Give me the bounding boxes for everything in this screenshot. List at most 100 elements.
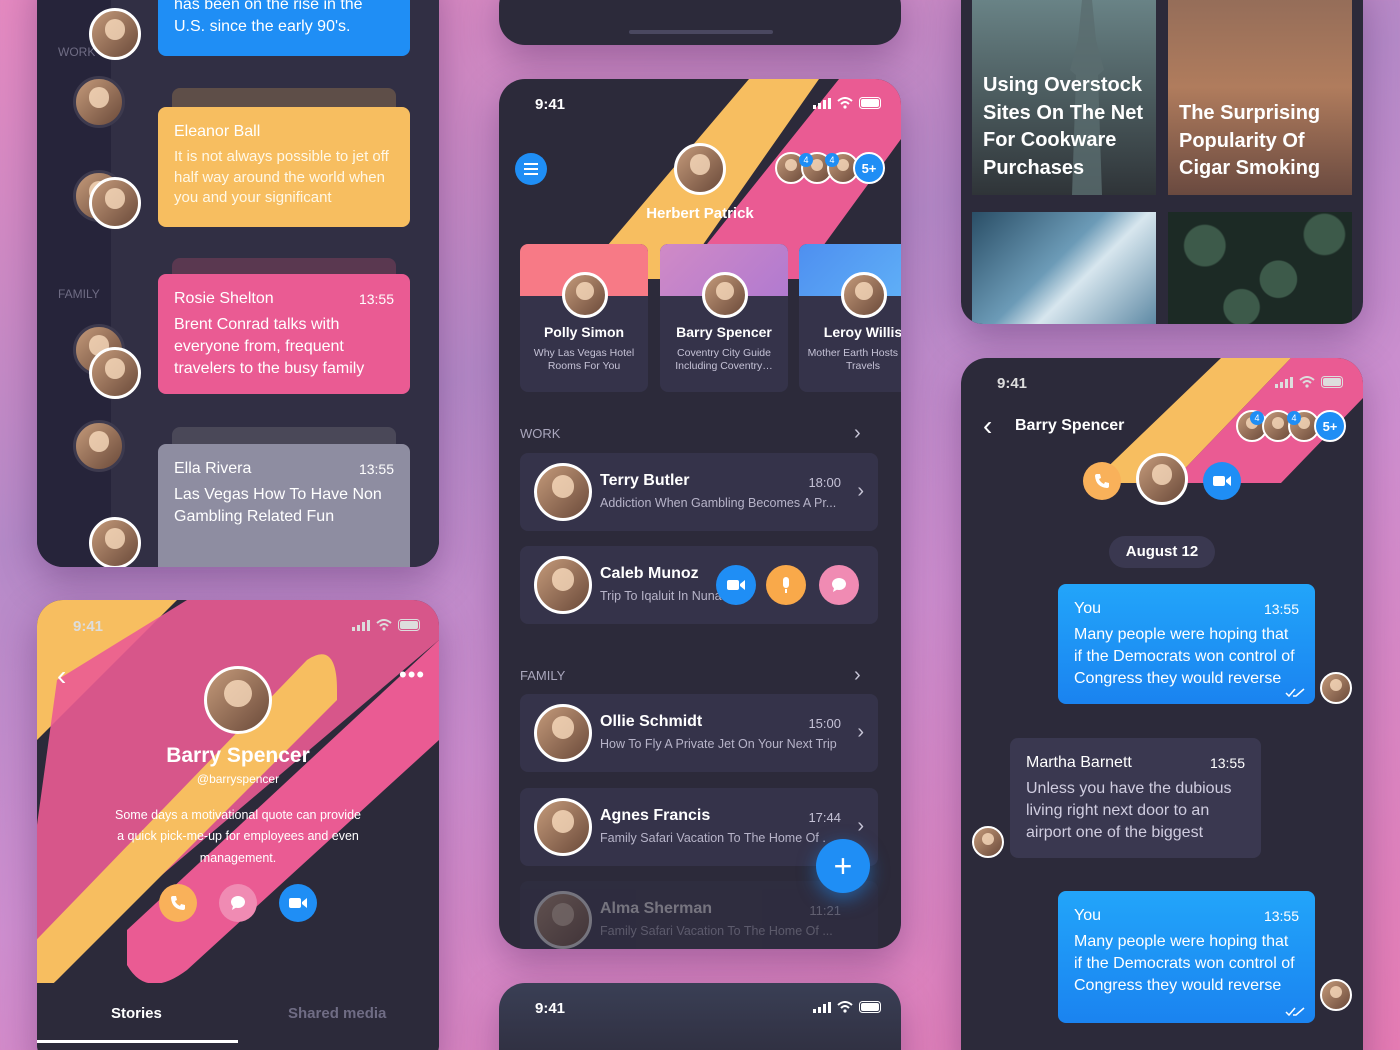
water-image[interactable]: [972, 212, 1156, 324]
avatar: [534, 463, 592, 521]
contact-name: Agnes Francis: [600, 807, 711, 824]
menu-icon: [524, 163, 538, 175]
message-bubble-top[interactable]: has been on the rise in the U.S. since t…: [158, 0, 410, 56]
small-badge: 4: [799, 153, 813, 167]
card-subtitle: Coventry City Guide Including Coventry…: [675, 347, 773, 373]
message-bubble[interactable]: Ella Rivera 13:55 Las Vegas How To Have …: [158, 444, 410, 567]
battery-icon: [859, 1001, 881, 1013]
chevron-right-icon[interactable]: ›: [854, 664, 861, 687]
call-button[interactable]: [159, 884, 197, 922]
avatar: [841, 272, 887, 318]
phone-icon: [171, 896, 185, 910]
tab-shared-media[interactable]: Shared media: [288, 1005, 386, 1022]
more-members-badge[interactable]: 5+: [1314, 410, 1346, 442]
avatar: [562, 272, 608, 318]
avatar: [1320, 979, 1352, 1011]
home-indicator: [629, 30, 773, 34]
incoming-message[interactable]: Martha Barnett 13:55 Unless you have the…: [1010, 738, 1261, 858]
articles-panel: Using Overstock Sites On The Net For Coo…: [961, 0, 1363, 324]
contact-avatar[interactable]: [1136, 453, 1188, 505]
home-panel: 9:41 Herbert Patrick 4 4 5+ Polly Simon …: [499, 79, 901, 949]
story-card[interactable]: Barry Spencer Coventry City Guide Includ…: [660, 244, 788, 392]
video-icon: [289, 898, 307, 908]
avatar: [534, 891, 592, 949]
article-title: Using Overstock Sites On The Net For Coo…: [983, 74, 1144, 179]
call-button[interactable]: [1083, 462, 1121, 500]
tab-indicator: [37, 1040, 238, 1043]
video-button[interactable]: [279, 884, 317, 922]
avatar: [534, 798, 592, 856]
top-center-sliver: [499, 0, 901, 45]
message-button[interactable]: [819, 565, 859, 605]
message-time: 13:55: [1209, 755, 1245, 771]
card-name: Barry Spencer: [676, 324, 772, 340]
more-icon[interactable]: •••: [399, 664, 425, 686]
video-button[interactable]: [1203, 462, 1241, 500]
section-work-label: WORK: [520, 426, 561, 441]
avatar[interactable]: [73, 76, 125, 128]
small-badge: 4: [1287, 411, 1301, 425]
message-bubble[interactable]: Rosie Shelton 13:55 Brent Conrad talks w…: [158, 274, 410, 394]
more-members-badge[interactable]: 5+: [853, 152, 885, 184]
back-icon[interactable]: ‹: [983, 412, 992, 440]
voice-button[interactable]: [766, 565, 806, 605]
article-card[interactable]: The Surprising Popularity Of Cigar Smoki…: [1168, 0, 1352, 195]
phone-icon: [1095, 474, 1109, 488]
story-card[interactable]: Polly Simon Why Las Vegas Hotel Rooms Fo…: [520, 244, 648, 392]
tab-stories[interactable]: Stories: [111, 1005, 162, 1022]
contact-name: Ollie Schmidt: [600, 713, 703, 730]
video-button[interactable]: [716, 565, 756, 605]
avatar[interactable]: [73, 420, 125, 472]
section-work-label: WORK: [58, 45, 96, 59]
chevron-right-icon[interactable]: ›: [854, 422, 861, 445]
chat-icon: [231, 896, 245, 910]
message-button[interactable]: [219, 884, 257, 922]
outgoing-message[interactable]: You 13:55 Many people were hoping that i…: [1058, 891, 1315, 1023]
menu-button[interactable]: [515, 153, 547, 185]
chat-row[interactable]: Terry Butler 18:00 Addiction When Gambli…: [520, 453, 878, 531]
add-button[interactable]: +: [816, 839, 870, 893]
avatar: [534, 556, 592, 614]
avatar: [702, 272, 748, 318]
status-icons: [813, 1001, 883, 1013]
wifi-icon: [1299, 376, 1315, 388]
chat-icon: [832, 578, 846, 592]
chevron-right-icon: ›: [857, 815, 864, 837]
contact-name: Alma Sherman: [600, 900, 713, 917]
chat-row[interactable]: Caleb Munoz Trip To Iqaluit In Nunavut A…: [520, 546, 878, 624]
leaves-image[interactable]: [1168, 212, 1352, 324]
user-avatar[interactable]: [674, 143, 726, 195]
signal-icon: [352, 620, 370, 631]
avatar[interactable]: [89, 517, 141, 567]
small-badge: 4: [825, 153, 839, 167]
message-time: 13:55: [358, 461, 394, 477]
avatar[interactable]: [89, 8, 141, 60]
wifi-icon: [837, 97, 853, 109]
card-name: Leroy Willis: [823, 324, 901, 340]
profile-name: Barry Spencer: [166, 744, 310, 767]
chat-panel: 9:41 ‹ Barry Spencer 4 4 5+ August 12 Yo…: [961, 358, 1363, 1050]
message-bubble[interactable]: Eleanor Ball It is not always possible t…: [158, 107, 410, 227]
back-icon[interactable]: ‹: [57, 662, 66, 690]
avatar: [1320, 672, 1352, 704]
article-card[interactable]: Using Overstock Sites On The Net For Coo…: [972, 0, 1156, 195]
message-text: Las Vegas How To Have Non Gambling Relat…: [174, 486, 382, 526]
status-icons: [1275, 376, 1345, 388]
message-text: It is not always possible to jet off hal…: [174, 148, 389, 207]
avatar: [534, 704, 592, 762]
chat-row[interactable]: Ollie Schmidt 15:00 How To Fly A Private…: [520, 694, 878, 772]
story-card[interactable]: Leroy Willis Mother Earth Hosts Our Trav…: [799, 244, 901, 392]
profile-avatar: [204, 666, 272, 734]
outgoing-message[interactable]: You 13:55 Many people were hoping that i…: [1058, 584, 1315, 704]
read-receipt-icon: [1285, 688, 1305, 698]
signal-icon: [1275, 377, 1293, 388]
chat-row[interactable]: Alma Sherman 11:21 Family Safari Vacatio…: [520, 881, 878, 949]
message-text: Brent Conrad talks with everyone from, f…: [174, 316, 365, 378]
profile-handle: @barryspencer: [196, 772, 280, 786]
status-icons: [813, 97, 883, 109]
avatar[interactable]: [89, 347, 141, 399]
status-time: 9:41: [535, 1000, 566, 1017]
profile-panel: 9:41 ‹ ••• Barry Spencer @barryspencer S…: [37, 600, 439, 1050]
profile-bio: Some days a motivational quote can provi…: [115, 808, 361, 865]
avatar[interactable]: [89, 177, 141, 229]
